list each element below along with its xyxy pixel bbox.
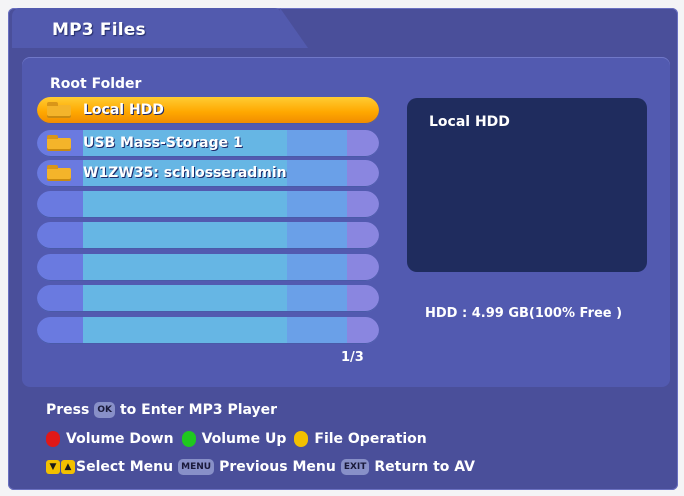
help-line-colors: Volume Down Volume Up File Operation: [46, 431, 427, 447]
list-item-label: W1ZW35: schlosseradmin: [83, 165, 287, 181]
ok-key-icon: OK: [94, 402, 115, 418]
hdd-status: HDD : 4.99 GB(100% Free ): [425, 306, 623, 321]
select-menu-label: Select Menu: [76, 459, 174, 475]
page-indicator: 1/3: [341, 350, 364, 365]
list-item-empty[interactable]: [37, 254, 379, 281]
green-key-label: Volume Up: [201, 431, 287, 447]
help-ok-text: to Enter MP3 Player: [119, 402, 278, 418]
menu-key-icon: MENU: [178, 459, 215, 475]
red-key-label: Volume Down: [66, 431, 174, 447]
list-item-empty[interactable]: [37, 222, 379, 249]
exit-key-label: Return to AV: [374, 459, 475, 475]
menu-key-label: Previous Menu: [219, 459, 336, 475]
folder-icon: [47, 135, 71, 151]
list-item-local-hdd[interactable]: Local HDD: [37, 97, 379, 124]
header-tab-slope: [280, 8, 308, 48]
arrow-up-icon: ▲: [61, 460, 75, 474]
help-press-text: Press: [46, 402, 90, 418]
info-panel: Local HDD: [407, 98, 647, 272]
list-item-empty[interactable]: [37, 317, 379, 344]
exit-key-icon: EXIT: [340, 459, 370, 475]
list-item-label: Local HDD: [83, 102, 164, 118]
list-item-usb[interactable]: USB Mass-Storage 1: [37, 130, 379, 157]
list-item-label: USB Mass-Storage 1: [83, 135, 243, 151]
yellow-key-label: File Operation: [314, 431, 427, 447]
info-title: Local HDD: [429, 114, 510, 130]
help-line-ok: Press OK to Enter MP3 Player: [46, 402, 277, 418]
list-item-empty[interactable]: [37, 191, 379, 218]
yellow-key-icon: [294, 431, 309, 447]
page-title: MP3 Files: [52, 20, 146, 40]
help-line-nav: ▼ ▲ Select Menu MENU Previous Menu EXIT …: [46, 459, 475, 475]
arrow-down-icon: ▼: [46, 460, 60, 474]
red-key-icon: [46, 431, 60, 447]
folder-icon: [47, 165, 71, 181]
list-item-network[interactable]: W1ZW35: schlosseradmin: [37, 160, 379, 187]
green-key-icon: [181, 431, 196, 447]
folder-icon: [47, 102, 71, 118]
root-folder-label: Root Folder: [50, 76, 142, 92]
list-item-empty[interactable]: [37, 285, 379, 312]
